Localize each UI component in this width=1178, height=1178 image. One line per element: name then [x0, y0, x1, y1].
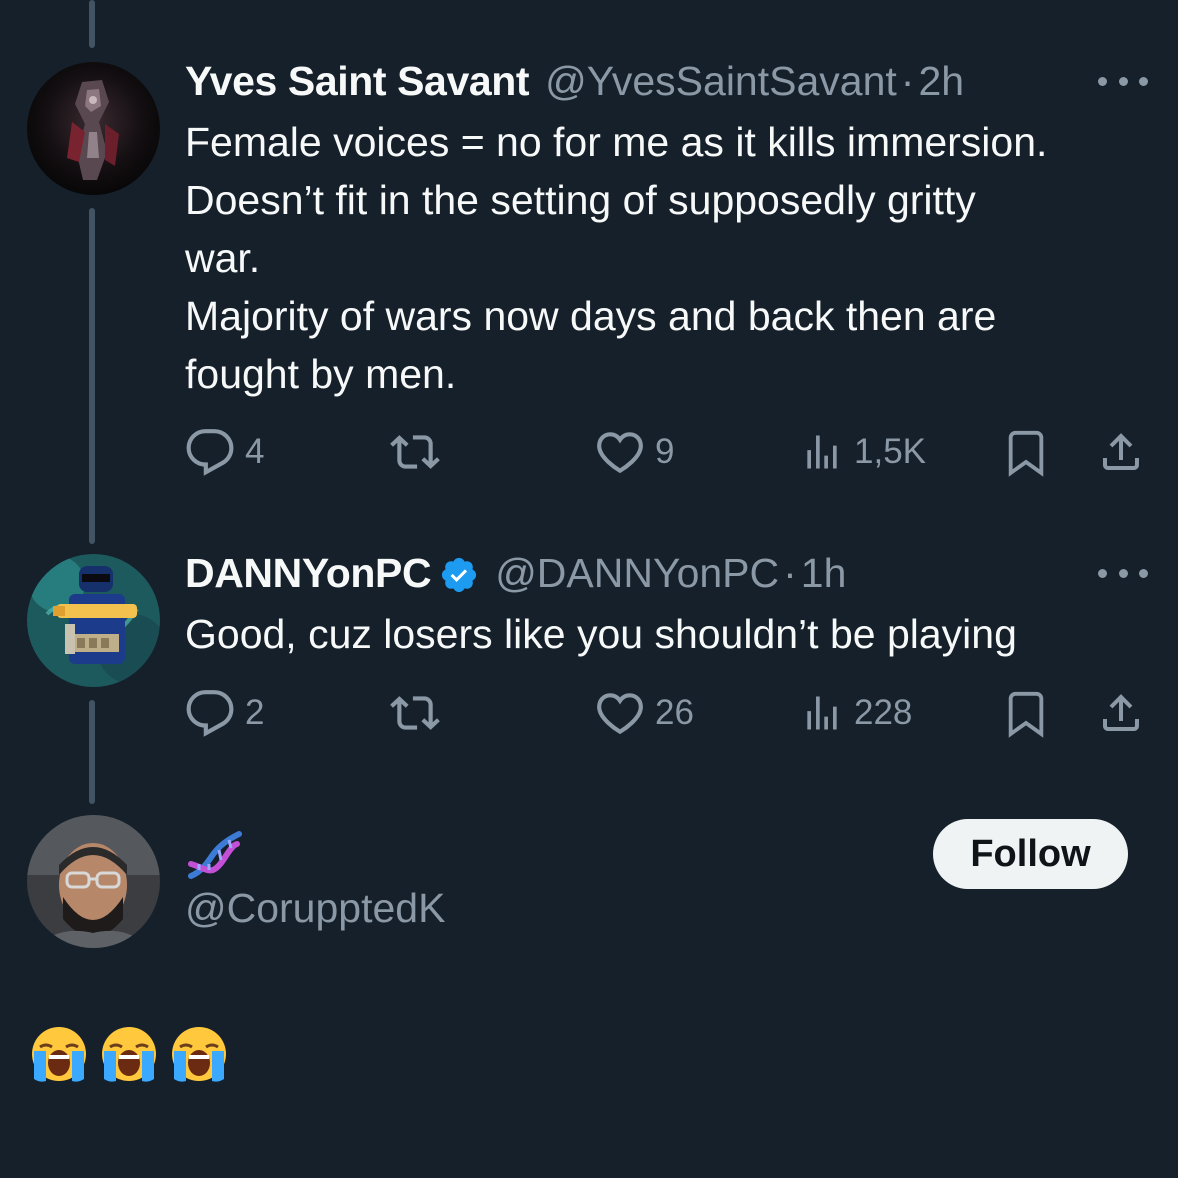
repost-button[interactable] — [388, 688, 442, 738]
tweet-text-line: Doesn’t fit in the setting of supposedly… — [185, 177, 976, 223]
like-icon — [595, 688, 645, 738]
share-button[interactable] — [1097, 427, 1145, 477]
tweet-actions: 2 26 228 — [185, 688, 1150, 738]
tweet-text: Female voices = no for me as it kills im… — [185, 113, 1145, 403]
bookmark-button[interactable] — [1003, 427, 1049, 477]
repost-button[interactable] — [388, 427, 442, 477]
avatar[interactable] — [27, 62, 160, 195]
share-button[interactable] — [1097, 688, 1145, 738]
reply-count: 2 — [245, 693, 265, 732]
user-handle[interactable]: @YvesSaintSavant — [545, 53, 897, 109]
like-count: 26 — [655, 693, 694, 732]
loudly-crying-face-emoji-icon — [30, 1025, 88, 1083]
views-icon — [800, 427, 844, 477]
reply-icon — [185, 427, 235, 477]
verified-badge-icon[interactable] — [439, 553, 479, 593]
display-name[interactable]: Yves Saint Savant — [185, 53, 530, 109]
user-handle[interactable]: @CorupptedK — [185, 880, 445, 936]
views-icon — [800, 688, 844, 738]
tweet-header: Yves Saint Savant @YvesSaintSavant · 2h — [185, 53, 964, 109]
display-name[interactable]: DANNYonPC — [185, 545, 432, 601]
tweet-text-line: war. — [185, 235, 261, 281]
like-icon — [595, 427, 645, 477]
bookmark-icon — [1003, 688, 1049, 738]
dna-emoji-icon — [185, 826, 243, 884]
user-handle[interactable]: @DANNYonPC — [495, 545, 779, 601]
timestamp[interactable]: 1h — [801, 545, 847, 601]
like-count: 9 — [655, 432, 675, 471]
like-button[interactable]: 26 — [595, 688, 694, 738]
separator-dot: · — [900, 58, 915, 104]
thread-line-middle — [89, 208, 95, 544]
views-count: 1,5K — [854, 432, 926, 471]
more-icon[interactable] — [1098, 563, 1148, 583]
tweet-text: Good, cuz losers like you shouldn’t be p… — [185, 605, 1145, 663]
views-count: 228 — [854, 693, 913, 732]
more-icon[interactable] — [1098, 71, 1148, 91]
avatar[interactable] — [27, 554, 160, 687]
tweet-actions: 4 9 1,5K — [185, 427, 1150, 477]
like-button[interactable]: 9 — [595, 427, 674, 477]
loudly-crying-face-emoji-icon — [100, 1025, 158, 1083]
reply-body-emoji — [30, 1025, 228, 1083]
separator-dot: · — [783, 550, 797, 596]
loudly-crying-face-emoji-icon — [170, 1025, 228, 1083]
tweet-text-line: Majority of wars now days and back then … — [185, 293, 997, 339]
timestamp[interactable]: 2h — [918, 53, 964, 109]
tweet-text-line: Good, cuz losers like you shouldn’t be p… — [185, 611, 1017, 657]
tweet-text-line: fought by men. — [185, 351, 457, 397]
reply-button[interactable]: 4 — [185, 427, 264, 477]
views-button[interactable]: 228 — [800, 688, 912, 738]
reply-button[interactable]: 2 — [185, 688, 264, 738]
reply-icon — [185, 688, 235, 738]
avatar[interactable] — [27, 815, 160, 948]
tweet-text-line: Female voices = no for me as it kills im… — [185, 119, 1048, 165]
repost-icon — [388, 427, 442, 477]
views-button[interactable]: 1,5K — [800, 427, 926, 477]
share-icon — [1097, 688, 1145, 738]
bookmark-icon — [1003, 427, 1049, 477]
tweet-header: DANNYonPC @DANNYonPC · 1h — [185, 545, 846, 601]
thread-line-top — [89, 0, 95, 48]
share-icon — [1097, 427, 1145, 477]
bookmark-button[interactable] — [1003, 688, 1049, 738]
thread-line-bottom — [89, 700, 95, 804]
follow-button[interactable]: Follow — [933, 819, 1128, 889]
reply-count: 4 — [245, 432, 265, 471]
repost-icon — [388, 688, 442, 738]
